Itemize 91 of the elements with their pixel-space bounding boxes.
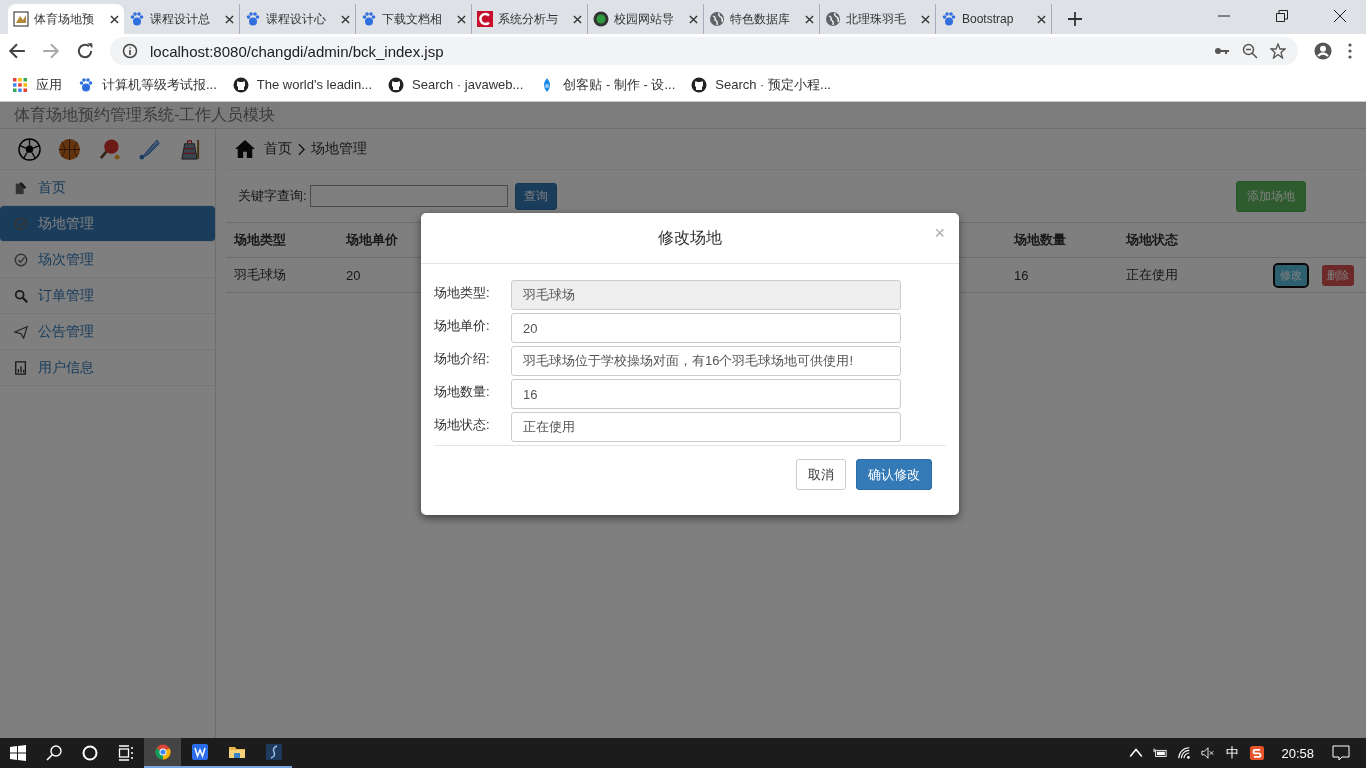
check-circle-icon bbox=[14, 252, 28, 267]
sidebar-label: 公告管理 bbox=[38, 322, 94, 341]
globe-icon bbox=[825, 11, 841, 27]
bookmark[interactable]: 计算机等级考试报... bbox=[78, 75, 217, 94]
restore-icon[interactable] bbox=[1276, 10, 1288, 22]
sidebar-label: 用户信息 bbox=[38, 358, 94, 377]
zoom-out-icon[interactable] bbox=[1242, 43, 1258, 59]
globe-icon bbox=[709, 11, 725, 27]
table-cell-text: 羽毛球场 bbox=[234, 266, 287, 284]
apps-grid-icon bbox=[12, 76, 28, 93]
dialog-title: 修改场地 bbox=[658, 227, 722, 248]
menu-icon[interactable] bbox=[1348, 43, 1352, 59]
ping-pong-paddle-icon bbox=[98, 137, 121, 161]
sidebar-label: 场次管理 bbox=[38, 250, 94, 269]
close-icon[interactable] bbox=[805, 14, 814, 24]
new-tab-icon[interactable] bbox=[1068, 12, 1082, 26]
field-label: 场地介绍: bbox=[434, 350, 491, 368]
breadcrumb-link[interactable]: 首页 bbox=[264, 140, 292, 158]
bookmark[interactable]: The world's leadin... bbox=[232, 76, 373, 93]
table-cell-text: 正在使用 bbox=[1126, 266, 1179, 284]
sidebar-label: 订单管理 bbox=[38, 286, 94, 305]
basketball-icon bbox=[58, 137, 81, 161]
cancel-button[interactable]: 取消 bbox=[796, 459, 846, 490]
reload-icon[interactable] bbox=[76, 42, 94, 60]
bookmark[interactable]: Search · javaweb... bbox=[388, 76, 524, 93]
url-text: localhost:8080/changdi/admin/bck_index.jsp bbox=[150, 42, 444, 60]
field-label: 场地类型: bbox=[434, 284, 491, 302]
breadcrumb-current: 场地管理 bbox=[311, 140, 367, 158]
close-icon[interactable] bbox=[573, 14, 582, 24]
column-header: 场地单价 bbox=[346, 231, 399, 249]
field-label: 场地数量: bbox=[434, 383, 491, 401]
browser-tab[interactable]: 体育场地预 bbox=[8, 4, 124, 34]
notification-icon[interactable] bbox=[1332, 745, 1350, 761]
info-icon bbox=[122, 43, 138, 59]
close-icon[interactable] bbox=[1334, 10, 1346, 22]
close-icon[interactable] bbox=[110, 14, 119, 24]
battery-icon[interactable] bbox=[1153, 746, 1168, 760]
bookmark[interactable]: Search · 预定小程... bbox=[691, 75, 831, 94]
column-header: 场地数量 bbox=[1014, 231, 1067, 249]
search-icon bbox=[14, 288, 28, 303]
confirm-button[interactable]: 确认修改 bbox=[856, 459, 932, 490]
input-field[interactable]: 正在使用 bbox=[511, 412, 901, 442]
chrome-app-icon[interactable] bbox=[144, 738, 181, 768]
home-icon bbox=[234, 139, 256, 159]
input-field[interactable]: 羽毛球场位于学校操场对面，有16个羽毛球场地可供使用! bbox=[511, 346, 901, 376]
close-icon[interactable] bbox=[225, 14, 234, 24]
sidebar-label: 首页 bbox=[38, 178, 66, 197]
table-cell-text: 16 bbox=[1014, 267, 1030, 283]
close-icon[interactable] bbox=[689, 14, 698, 24]
sidebar-label: 场地管理 bbox=[38, 214, 94, 233]
paper-plane-icon bbox=[14, 324, 28, 339]
bookmark[interactable]: 应用 bbox=[12, 75, 62, 94]
column-header: 场地类型 bbox=[234, 231, 287, 249]
field-label: 场地状态: bbox=[434, 416, 491, 434]
chevron-right-icon bbox=[298, 142, 305, 156]
back-icon[interactable] bbox=[8, 42, 26, 60]
circle-icon bbox=[593, 11, 609, 27]
check-circle-icon bbox=[14, 216, 28, 231]
sports-bag-icon bbox=[178, 137, 201, 161]
paw-icon bbox=[245, 11, 261, 27]
field-label: 场地单价: bbox=[434, 317, 491, 335]
paw-icon bbox=[78, 76, 94, 93]
report-icon bbox=[14, 360, 28, 375]
chevron-up-icon[interactable] bbox=[1129, 746, 1144, 760]
close-icon[interactable] bbox=[921, 14, 930, 24]
image-icon bbox=[13, 11, 29, 27]
document-icon bbox=[14, 180, 28, 195]
paw-icon bbox=[361, 11, 377, 27]
wifi-icon[interactable] bbox=[1177, 746, 1192, 760]
star-icon[interactable] bbox=[1270, 43, 1286, 59]
bookmark[interactable]: 创客贴 - 制作 - 设... bbox=[539, 75, 676, 94]
speaker-muted-icon[interactable] bbox=[1201, 746, 1216, 760]
address-bar[interactable]: localhost:8080/changdi/admin/bck_index.jsp bbox=[110, 37, 1298, 65]
input-field[interactable]: 16 bbox=[511, 379, 901, 409]
table-cell-text: 20 bbox=[346, 267, 362, 283]
close-icon[interactable] bbox=[457, 14, 466, 24]
search-field[interactable] bbox=[309, 185, 508, 207]
profile-icon[interactable] bbox=[1314, 42, 1332, 60]
close-icon[interactable] bbox=[341, 14, 350, 24]
search-label: 关键字查询: bbox=[238, 187, 307, 205]
input-field[interactable]: 20 bbox=[511, 313, 901, 343]
clock[interactable]: 20:58 bbox=[1281, 745, 1314, 761]
column-header: 场地状态 bbox=[1126, 231, 1179, 249]
paw-icon bbox=[941, 11, 957, 27]
soccer-ball-icon bbox=[18, 137, 41, 161]
app-title: 体育场地预约管理系统-工作人员模块 bbox=[14, 104, 276, 125]
close-icon[interactable] bbox=[1037, 14, 1046, 24]
paw-icon bbox=[129, 11, 145, 27]
input-method-indicator[interactable]: 中 bbox=[1226, 744, 1240, 762]
s-logo-icon[interactable] bbox=[1250, 746, 1265, 760]
c-logo-icon bbox=[477, 11, 493, 27]
